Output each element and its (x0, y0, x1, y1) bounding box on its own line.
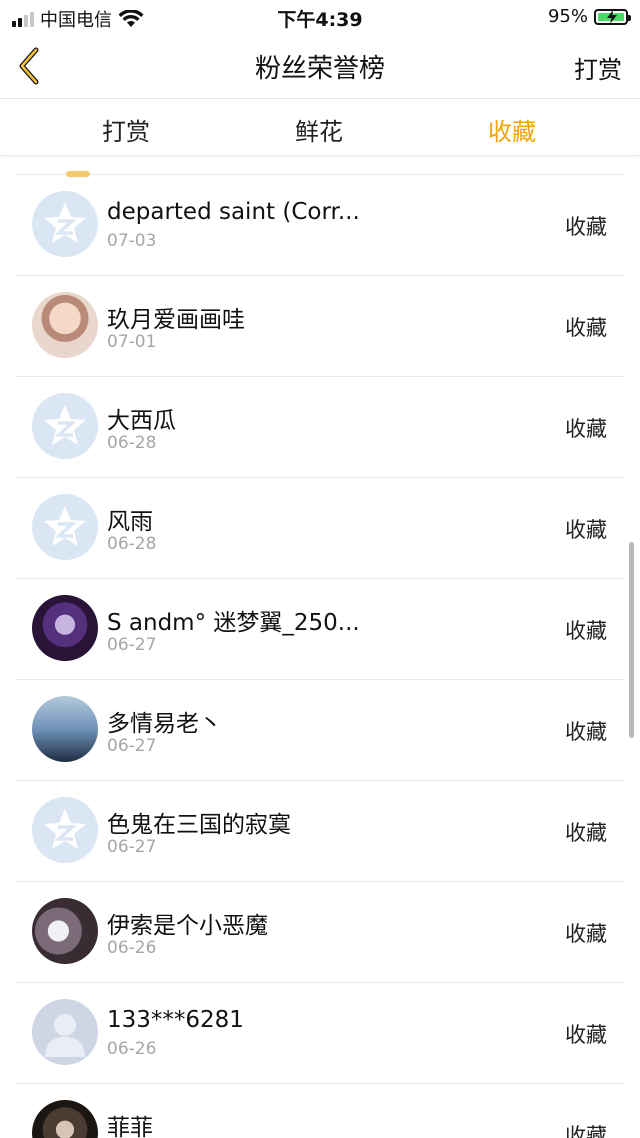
action-label: 收藏 (565, 720, 607, 744)
fan-name: 玖月爱画画哇 (107, 307, 245, 333)
status-bar: 中国电信 下午4:39 95% (0, 0, 640, 34)
fan-date: 06-26 (107, 938, 157, 958)
status-time: 下午4:39 (277, 9, 363, 31)
user-avatar (32, 292, 98, 358)
fan-date: 06-27 (107, 635, 157, 655)
default-avatar-icon (32, 191, 98, 257)
list-item[interactable]: 133***6281 06-26 收藏 (16, 983, 624, 1084)
list-item[interactable]: 玖月爱画画哇 07-01 收藏 (16, 276, 624, 377)
fan-date: 07-03 (107, 231, 157, 251)
action-label: 收藏 (565, 821, 607, 845)
fan-date: 07-01 (107, 332, 157, 352)
fan-name: 伊索是个小恶魔 (107, 913, 268, 939)
action-label: 收藏 (565, 417, 607, 441)
scrollbar[interactable] (629, 542, 634, 738)
list-item[interactable]: 大西瓜 06-28 收藏 (16, 377, 624, 478)
action-label: 收藏 (565, 1023, 607, 1047)
person-silhouette-icon (32, 999, 98, 1065)
tab-favorites[interactable]: 收藏 (442, 112, 582, 147)
page-title: 粉丝荣誉榜 (254, 54, 385, 84)
battery-percent: 95% (547, 6, 588, 27)
default-avatar-icon (32, 797, 98, 863)
fan-name: 菲菲 (107, 1115, 153, 1138)
list-item[interactable]: S andm° 迷梦翼_250... 06-27 收藏 (16, 579, 624, 680)
status-right: 95% (547, 6, 631, 27)
fan-name: 色鬼在三国的寂寞 (107, 812, 291, 838)
action-label: 收藏 (565, 619, 607, 643)
charging-bolt-icon (607, 9, 617, 24)
list-item[interactable]: 伊索是个小恶魔 06-26 收藏 (16, 882, 624, 983)
fan-date: 06-27 (107, 736, 157, 756)
fan-name: 风雨 (107, 509, 153, 535)
user-avatar (32, 595, 98, 661)
list-item[interactable]: departed saint (Corr... 07-03 收藏 (16, 175, 624, 276)
list-item[interactable]: 风雨 06-28 收藏 (16, 478, 624, 579)
battery-icon (594, 8, 631, 25)
user-avatar (32, 1100, 98, 1138)
action-label: 收藏 (565, 518, 607, 542)
action-label: 收藏 (565, 922, 607, 946)
reward-button[interactable]: 打赏 (574, 50, 622, 85)
fan-name: 大西瓜 (107, 408, 176, 434)
navigation-bar: 粉丝荣誉榜 打赏 (0, 34, 640, 99)
default-avatar-icon (32, 494, 98, 560)
list-item[interactable]: 菲菲 收藏 (16, 1084, 624, 1138)
fan-date: 06-26 (107, 1039, 157, 1059)
list-item[interactable]: 色鬼在三国的寂寞 06-27 收藏 (16, 781, 624, 882)
fan-date: 06-28 (107, 534, 157, 554)
fan-name: departed saint (Corr... (107, 199, 360, 225)
action-label: 收藏 (565, 215, 607, 239)
user-avatar (32, 898, 98, 964)
tab-bar: 打赏 鲜花 收藏 (0, 99, 640, 156)
fan-list[interactable]: departed saint (Corr... 07-03 收藏 玖月爱画画哇 … (0, 156, 640, 1138)
list-item[interactable]: 多情易老丶 06-27 收藏 (16, 680, 624, 781)
fan-date: 06-27 (107, 837, 157, 857)
user-avatar (32, 696, 98, 762)
fan-name: S andm° 迷梦翼_250... (107, 610, 360, 636)
fan-date: 06-28 (107, 433, 157, 453)
tab-reward[interactable]: 打赏 (56, 112, 196, 147)
default-avatar-icon (32, 393, 98, 459)
fan-name: 多情易老丶 (107, 711, 222, 737)
tab-flowers[interactable]: 鲜花 (249, 112, 389, 147)
action-label: 收藏 (565, 1124, 607, 1138)
action-label: 收藏 (565, 316, 607, 340)
fan-name: 133***6281 (107, 1007, 244, 1033)
